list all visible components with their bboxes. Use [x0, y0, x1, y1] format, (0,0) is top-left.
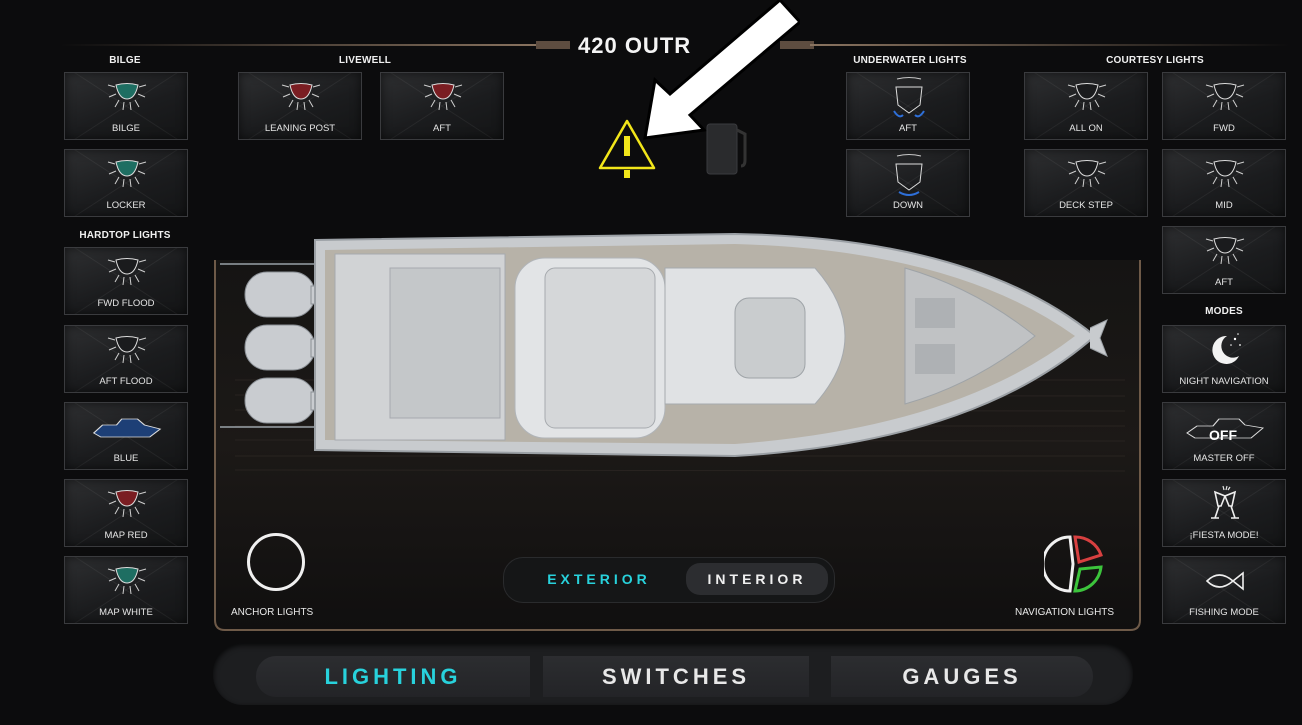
tile-label: MAP WHITE [99, 607, 153, 618]
tab-exterior[interactable]: EXTERIOR [520, 563, 678, 595]
tile-night-navigation[interactable]: NIGHT NAVIGATION [1162, 325, 1286, 393]
warning-icon[interactable] [597, 118, 657, 180]
fwd-flood-light-icon [107, 258, 147, 286]
tile-master-off[interactable]: OFF MASTER OFF [1162, 402, 1286, 470]
section-bilge: BILGE [109, 55, 141, 66]
tile-label: AFT [433, 123, 451, 134]
tile-livewell-aft[interactable]: AFT [380, 72, 504, 140]
tile-label: MASTER OFF [1193, 453, 1255, 464]
nav-lighting[interactable]: LIGHTING [256, 656, 530, 697]
anchor-lights-label: ANCHOR LIGHTS [231, 607, 314, 618]
tile-label: BILGE [112, 123, 140, 134]
tile-aft-flood[interactable]: AFT FLOOD [64, 325, 188, 393]
tile-label: AFT FLOOD [99, 376, 153, 387]
tile-label: NIGHT NAVIGATION [1179, 376, 1269, 387]
fuel-pump-icon [706, 123, 747, 175]
tile-label: MID [1215, 200, 1233, 211]
boat-top-view-image [220, 232, 1108, 458]
tile-fiesta-mode[interactable]: ¡FIESTA MODE! [1162, 479, 1286, 547]
tile-underwater-aft[interactable]: AFT [846, 72, 970, 140]
tile-label: LEANING POST [264, 123, 336, 134]
tile-label: FWD [1213, 123, 1235, 134]
tile-label: ALL ON [1069, 123, 1103, 134]
tile-leaning-post[interactable]: LEANING POST [238, 72, 362, 140]
champagne-glasses-icon [1211, 485, 1239, 519]
section-underwater-lights: UNDERWATER LIGHTS [853, 55, 967, 66]
map-white-light-icon [107, 567, 147, 595]
section-modes: MODES [1205, 306, 1243, 317]
tile-locker[interactable]: LOCKER [64, 149, 188, 217]
navigation-lights-label: NAVIGATION LIGHTS [1015, 607, 1115, 618]
fish-icon [1205, 571, 1244, 591]
courtesy-aft-light-icon [1205, 237, 1245, 265]
moon-stars-icon [1212, 333, 1241, 364]
map-red-light-icon [107, 490, 147, 518]
tile-all-on[interactable]: ALL ON [1024, 72, 1148, 140]
tile-label: FISHING MODE [1189, 607, 1259, 618]
tile-label: LOCKER [106, 200, 146, 211]
tile-fishing-mode[interactable]: FISHING MODE [1162, 556, 1286, 624]
section-hardtop-lights: HARDTOP LIGHTS [79, 230, 171, 241]
section-livewell: LIVEWELL [338, 55, 392, 66]
fwd-light-icon [1205, 83, 1245, 111]
tile-label: ¡FIESTA MODE! [1189, 530, 1259, 541]
deck-step-light-icon [1067, 160, 1107, 188]
section-courtesy-lights: COURTESY LIGHTS [1106, 55, 1204, 66]
livewell-aft-light-icon [423, 83, 463, 111]
tab-interior[interactable]: INTERIOR [686, 563, 828, 595]
mid-light-icon [1205, 160, 1245, 188]
tile-map-red[interactable]: MAP RED [64, 479, 188, 547]
nav-gauges[interactable]: GAUGES [831, 656, 1093, 697]
tile-label: MAP RED [104, 530, 148, 541]
tile-map-white[interactable]: MAP WHITE [64, 556, 188, 624]
tile-label: FWD FLOOD [97, 298, 155, 309]
tile-label: AFT [1215, 277, 1233, 288]
all-on-light-icon [1067, 83, 1107, 111]
leaning-post-light-icon [281, 83, 321, 111]
tile-deck-step[interactable]: DECK STEP [1024, 149, 1148, 217]
master-off-badge: OFF [1209, 427, 1237, 443]
boat-blue-icon [92, 418, 162, 438]
tile-label: DOWN [892, 200, 924, 211]
tile-fwd-flood[interactable]: FWD FLOOD [64, 247, 188, 315]
tile-courtesy-aft[interactable]: AFT [1162, 226, 1286, 294]
tile-label: DECK STEP [1059, 200, 1113, 211]
tile-label: BLUE [113, 453, 139, 464]
tile-mid[interactable]: MID [1162, 149, 1286, 217]
underwater-down-icon [895, 154, 923, 196]
navigation-lights-icon[interactable] [1044, 533, 1106, 595]
locker-light-icon [107, 160, 147, 188]
tile-fwd[interactable]: FWD [1162, 72, 1286, 140]
bilge-light-icon [107, 83, 147, 111]
tile-underwater-down[interactable]: DOWN [846, 149, 970, 217]
anchor-lights-button[interactable] [247, 533, 305, 591]
nav-switches[interactable]: SWITCHES [543, 656, 809, 697]
tile-blue[interactable]: BLUE [64, 402, 188, 470]
underwater-aft-icon [893, 77, 925, 118]
tile-bilge[interactable]: BILGE [64, 72, 188, 140]
tile-label: AFT [899, 123, 917, 134]
aft-flood-light-icon [107, 336, 147, 364]
